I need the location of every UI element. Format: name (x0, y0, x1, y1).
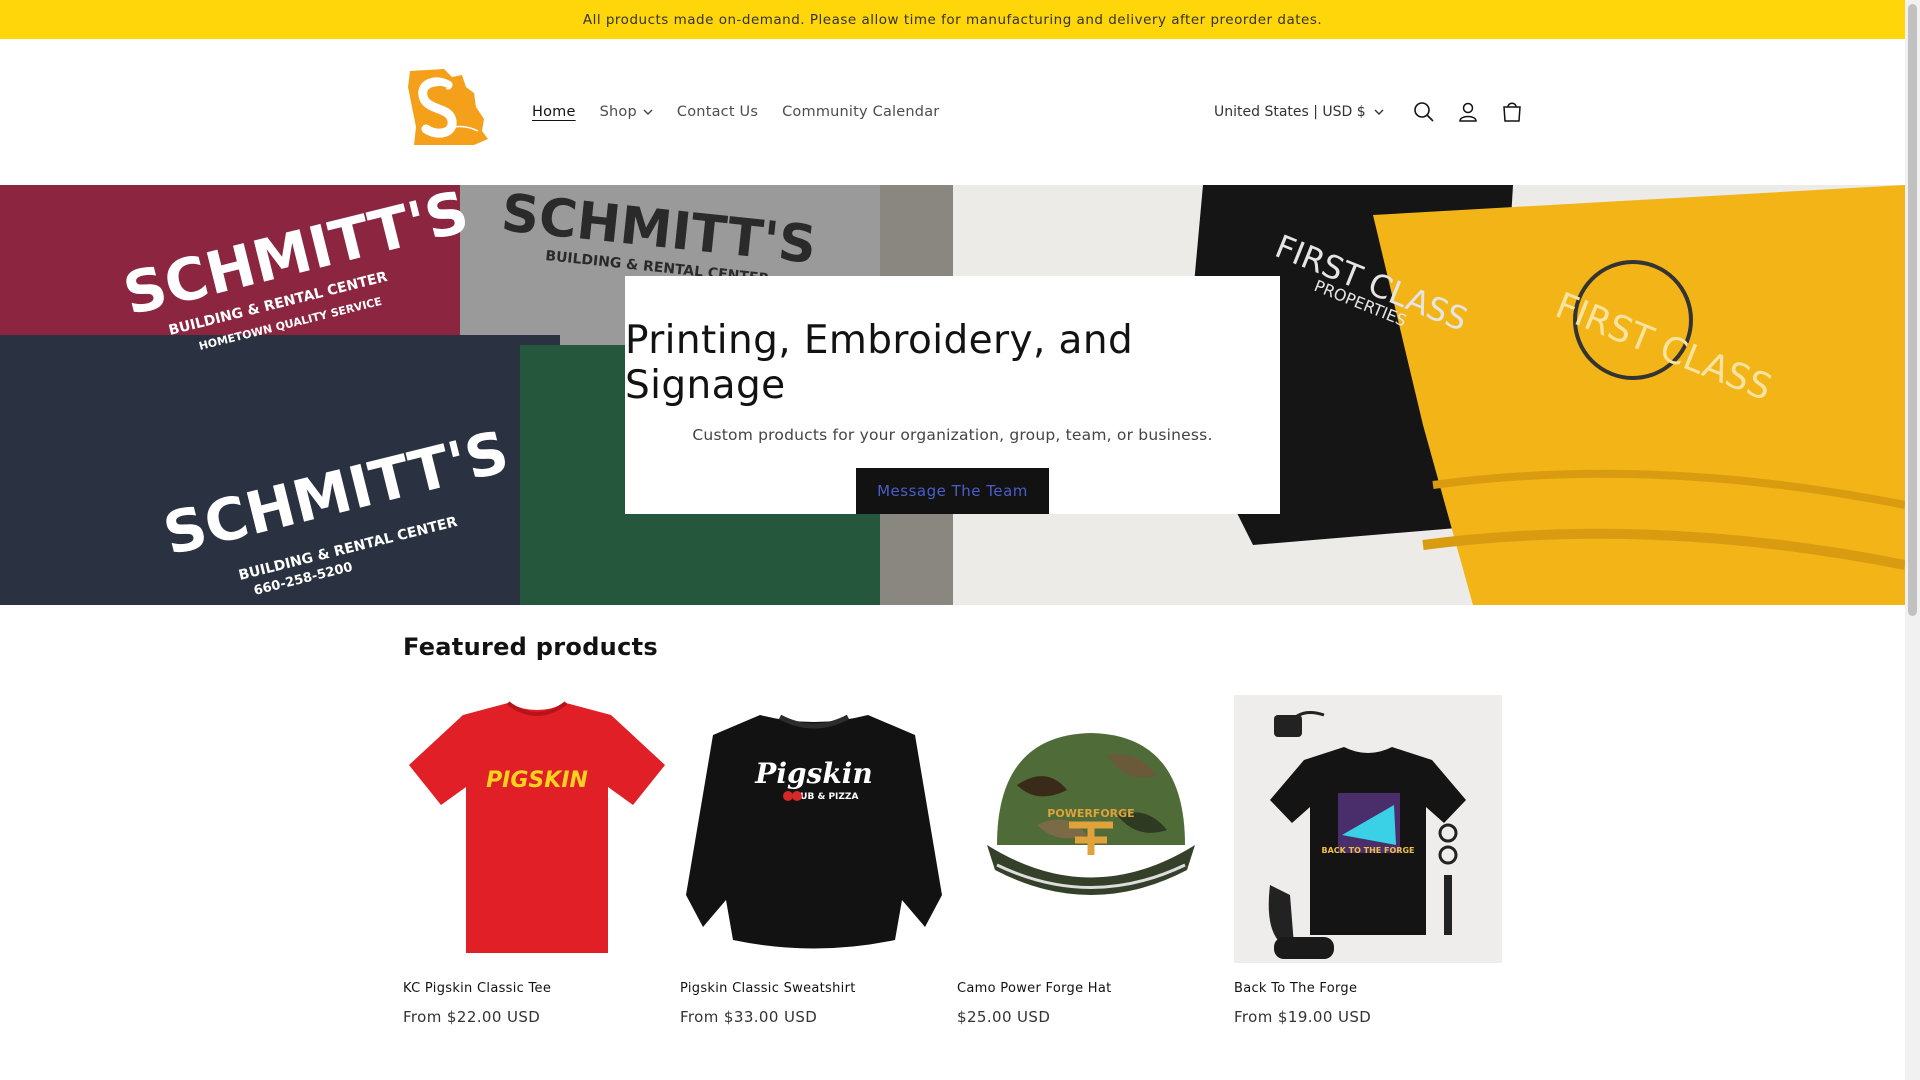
announcement-text: All products made on-demand. Please allo… (582, 11, 1323, 28)
product-image[interactable]: BACK TO THE FORGE (1234, 695, 1502, 963)
product-grid: PIGSKIN KC Pigskin Classic Tee From $22.… (403, 695, 1503, 1035)
product-card[interactable]: Pigskin PUB & PIZZA Pigskin Classic Swea… (680, 695, 948, 1026)
product-card[interactable]: POWERFORGE Camo Power Forge Hat $25.00 U… (957, 695, 1225, 1026)
product-3-image-text: POWERFORGE (1047, 807, 1134, 820)
nav-shop[interactable]: Shop (600, 104, 653, 120)
product-price: From $22.00 USD (403, 1008, 541, 1026)
featured-products-title: Featured products (403, 633, 658, 661)
header-actions: United States | USD $ (1214, 39, 1534, 185)
chevron-down-icon (1374, 109, 1384, 115)
account-button[interactable] (1446, 90, 1490, 134)
country-selector[interactable]: United States | USD $ (1214, 104, 1384, 120)
product-image[interactable]: POWERFORGE (957, 695, 1225, 963)
product-name[interactable]: Pigskin Classic Sweatshirt (680, 981, 948, 996)
search-icon (1413, 102, 1434, 122)
message-team-button[interactable]: Message The Team (856, 468, 1049, 514)
hero-content-box: Printing, Embroidery, and Signage Custom… (625, 276, 1280, 514)
page-scrollbar[interactable] (1905, 0, 1920, 1080)
product-name[interactable]: KC Pigskin Classic Tee (403, 981, 671, 996)
cart-button[interactable] (1490, 90, 1534, 134)
product-name[interactable]: Camo Power Forge Hat (957, 981, 1225, 996)
product-2-image-text: Pigskin (754, 757, 872, 790)
chevron-down-icon (643, 109, 653, 115)
nav-community-calendar[interactable]: Community Calendar (782, 104, 939, 120)
product-card[interactable]: BACK TO THE FORGE Back To The Forge From… (1234, 695, 1502, 1026)
product-image[interactable]: PIGSKIN (403, 695, 671, 963)
nav-shop-label: Shop (599, 104, 637, 120)
nav-contact-us[interactable]: Contact Us (677, 104, 758, 120)
hero-banner: SCHMITT'S BUILDING & RENTAL CENTER HOMET… (0, 185, 1905, 605)
product-price: From $33.00 USD (680, 1008, 818, 1026)
product-name[interactable]: Back To The Forge (1234, 981, 1502, 996)
site-logo[interactable] (404, 67, 490, 147)
search-button[interactable] (1402, 90, 1446, 134)
site-header: Home Shop Contact Us Community Calendar … (0, 39, 1905, 185)
nav-home[interactable]: Home (532, 104, 576, 120)
cart-icon (1502, 102, 1521, 122)
nav-contact-label: Contact Us (676, 104, 759, 120)
scrollbar-thumb[interactable] (1908, 4, 1917, 616)
nav-calendar-label: Community Calendar (782, 104, 940, 120)
announcement-bar: All products made on-demand. Please allo… (0, 0, 1905, 39)
product-image[interactable]: Pigskin PUB & PIZZA (680, 695, 948, 963)
product-4-image-text: BACK TO THE FORGE (1321, 846, 1414, 855)
product-card[interactable]: PIGSKIN KC Pigskin Classic Tee From $22.… (403, 695, 671, 1026)
hero-title: Printing, Embroidery, and Signage (625, 318, 1134, 408)
product-1-image-text: PIGSKIN (486, 768, 588, 793)
country-selector-label: United States | USD $ (1214, 104, 1366, 120)
product-price: From $19.00 USD (1234, 1008, 1372, 1026)
product-2-image-text2: PUB & PIZZA (794, 792, 859, 802)
main-nav: Home Shop Contact Us Community Calendar (532, 39, 939, 185)
product-price: $25.00 USD (957, 1008, 1051, 1026)
hero-subtitle: Custom products for your organization, g… (692, 426, 1213, 444)
nav-home-label: Home (532, 104, 576, 120)
account-icon (1458, 102, 1477, 122)
